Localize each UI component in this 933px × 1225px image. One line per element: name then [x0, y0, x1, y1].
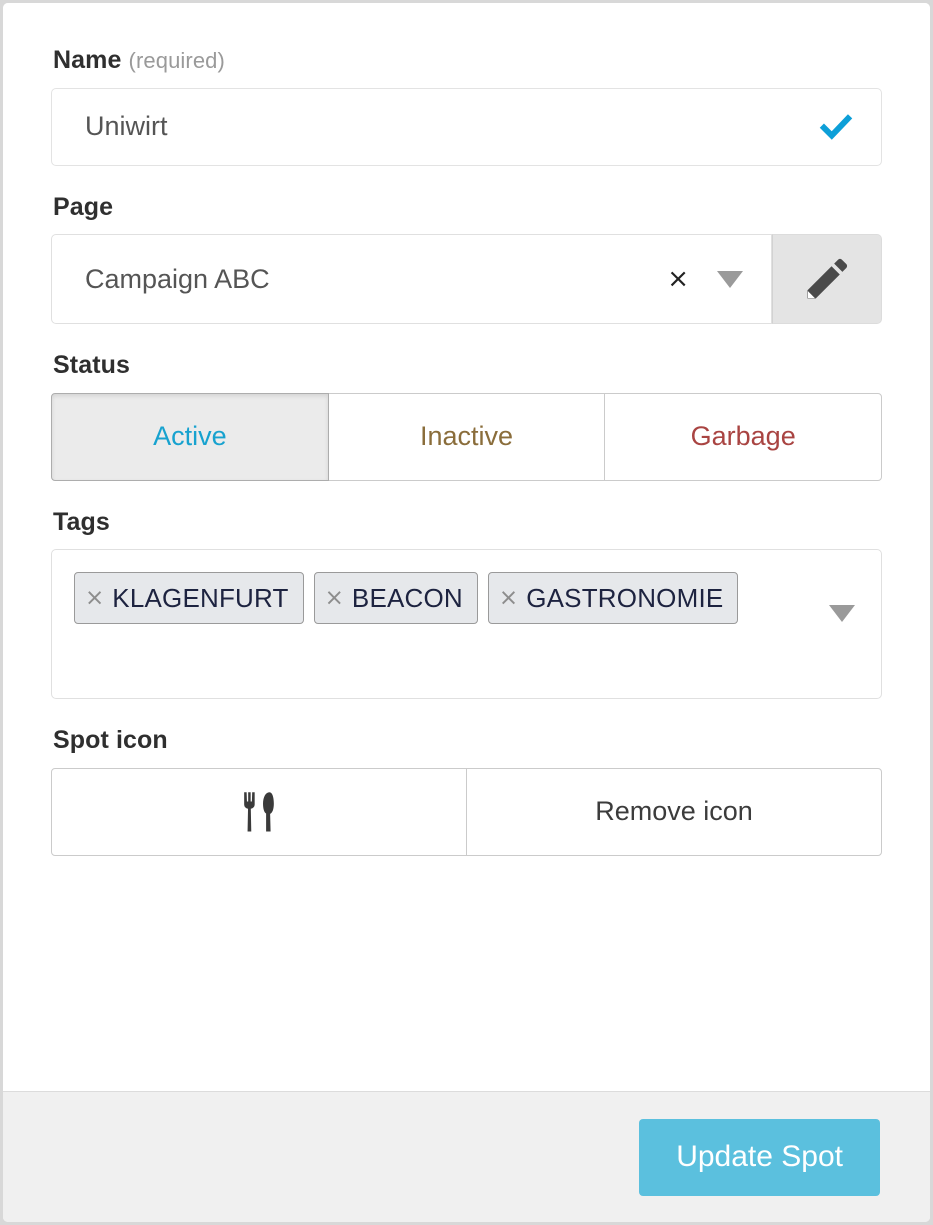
current-spot-icon-button[interactable]	[51, 767, 467, 856]
remove-spot-icon-button[interactable]: Remove icon	[466, 767, 882, 856]
chevron-down-icon[interactable]	[717, 270, 743, 288]
spot-icon-label: Spot icon	[53, 726, 168, 754]
cutlery-icon	[244, 791, 274, 831]
status-option-garbage-label: Garbage	[690, 421, 796, 451]
spot-icon-field-group: Spot icon Remove icon	[51, 726, 882, 856]
status-option-active-label: Active	[153, 421, 227, 451]
tag-label: KLAGENFURT	[112, 582, 289, 613]
pencil-icon	[807, 258, 848, 299]
tag-label: GASTRONOMIE	[526, 582, 724, 613]
clear-icon[interactable]: ×	[661, 266, 695, 292]
tag-chip[interactable]: × KLAGENFURT	[74, 572, 304, 624]
remove-spot-icon-label: Remove icon	[595, 796, 753, 826]
status-option-garbage[interactable]: Garbage	[604, 392, 883, 481]
tags-field-group: Tags × KLAGENFURT × BEACON × GASTRONOMIE	[51, 507, 882, 699]
status-option-active[interactable]: Active	[51, 392, 329, 481]
name-label: Name (required)	[53, 46, 882, 75]
page-field-group: Page Campaign ABC ×	[51, 192, 882, 324]
name-input[interactable]	[52, 111, 881, 142]
tag-chip[interactable]: × BEACON	[313, 572, 478, 624]
tag-chip[interactable]: × GASTRONOMIE	[487, 572, 739, 624]
status-field-group: Status Active Inactive Garbage	[51, 351, 883, 481]
status-label: Status	[53, 351, 131, 379]
modal-body: Name (required) Page Campaign ABC ×	[3, 3, 930, 1091]
name-required-note: (required)	[128, 48, 225, 73]
update-spot-button[interactable]: Update Spot	[639, 1118, 880, 1196]
status-option-inactive[interactable]: Inactive	[327, 392, 606, 481]
remove-tag-icon[interactable]: ×	[499, 586, 518, 610]
tag-label: BEACON	[351, 582, 463, 613]
edit-page-button[interactable]	[772, 234, 882, 324]
modal-footer: Update Spot	[3, 1091, 930, 1222]
name-label-text: Name	[53, 46, 122, 74]
tags-label: Tags	[53, 507, 110, 536]
page-select[interactable]: Campaign ABC ×	[51, 234, 772, 324]
name-input-wrap	[51, 87, 882, 166]
edit-spot-modal: Name (required) Page Campaign ABC ×	[3, 3, 930, 1222]
spot-icon-button-group: Remove icon	[51, 767, 882, 856]
tags-list: × KLAGENFURT × BEACON × GASTRONOMIE	[74, 572, 861, 624]
remove-tag-icon[interactable]: ×	[325, 586, 344, 610]
tags-input-box[interactable]: × KLAGENFURT × BEACON × GASTRONOMIE	[51, 549, 882, 699]
remove-tag-icon[interactable]: ×	[85, 586, 104, 610]
checkmark-icon	[819, 113, 853, 140]
name-field-group: Name (required)	[51, 46, 882, 166]
tags-chevron-down-icon[interactable]	[829, 605, 855, 622]
page-label: Page	[53, 192, 114, 221]
status-option-inactive-label: Inactive	[419, 421, 514, 451]
page-selected-value: Campaign ABC	[85, 263, 270, 294]
page-select-row: Campaign ABC ×	[51, 234, 882, 324]
status-button-group: Active Inactive Garbage	[51, 392, 883, 481]
